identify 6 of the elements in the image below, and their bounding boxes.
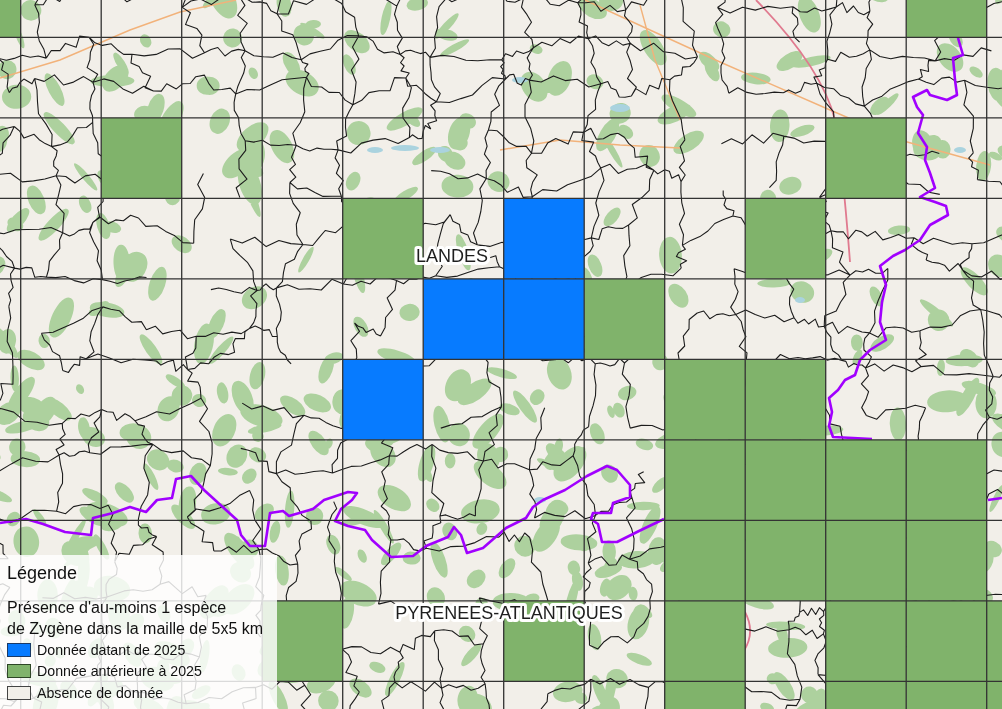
department-border [987, 496, 1002, 502]
legend-label: Donnée datant de 2025 [37, 641, 186, 658]
legend-subtitle: Présence d'au-moins 1 espèce de Zygène dans la maille de 5x5 km [7, 598, 265, 639]
legend-label: Absence de donnée [37, 684, 164, 701]
legend-label: Donnée antérieure à 2025 [37, 663, 202, 680]
legend-title: Légende [7, 562, 79, 585]
